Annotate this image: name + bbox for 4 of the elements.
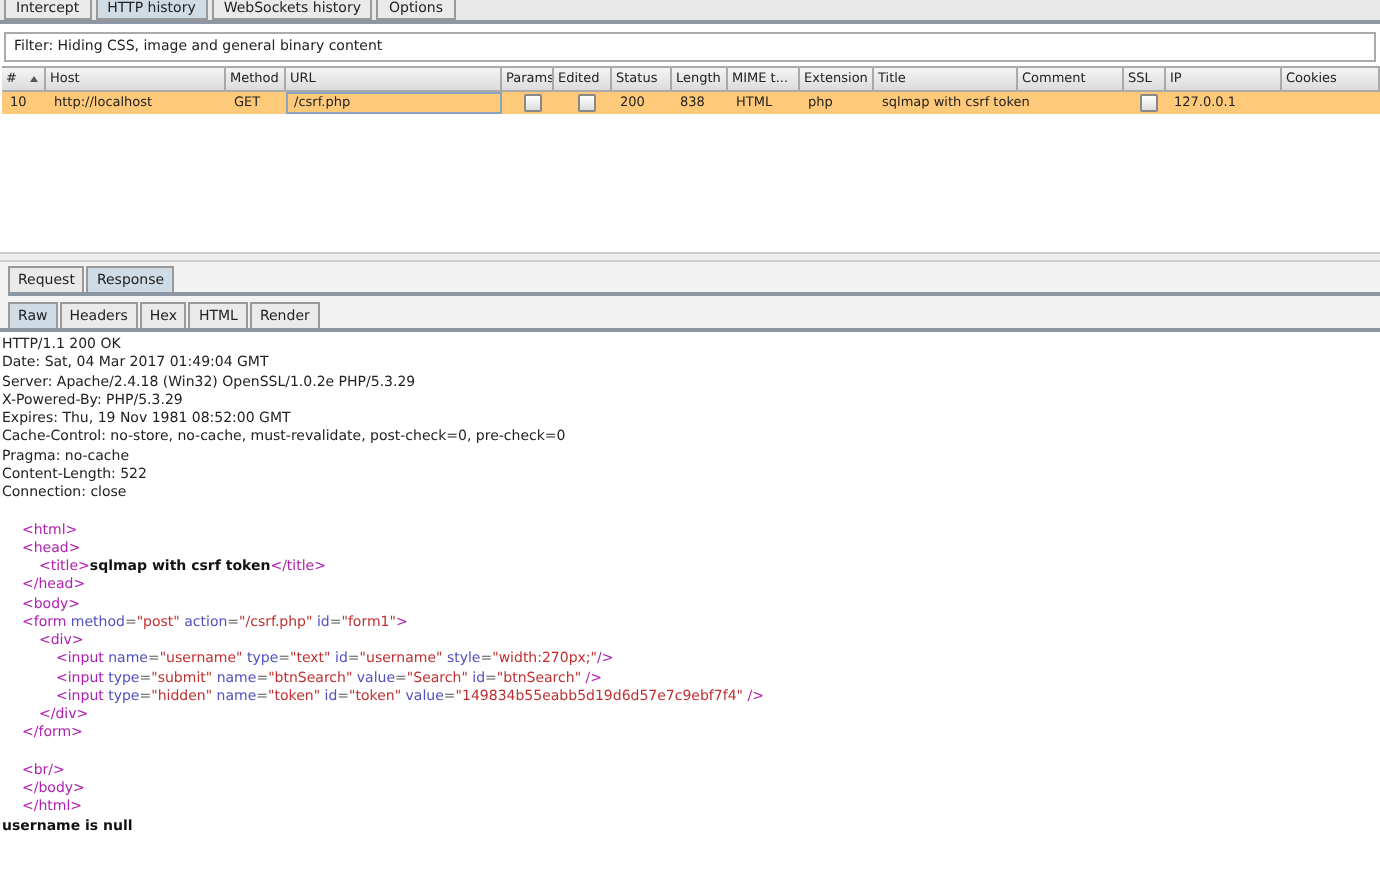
splitter-handle[interactable] <box>0 252 1380 262</box>
checkbox[interactable] <box>1140 94 1158 112</box>
checkbox[interactable] <box>578 94 596 112</box>
checkbox[interactable] <box>523 94 541 112</box>
